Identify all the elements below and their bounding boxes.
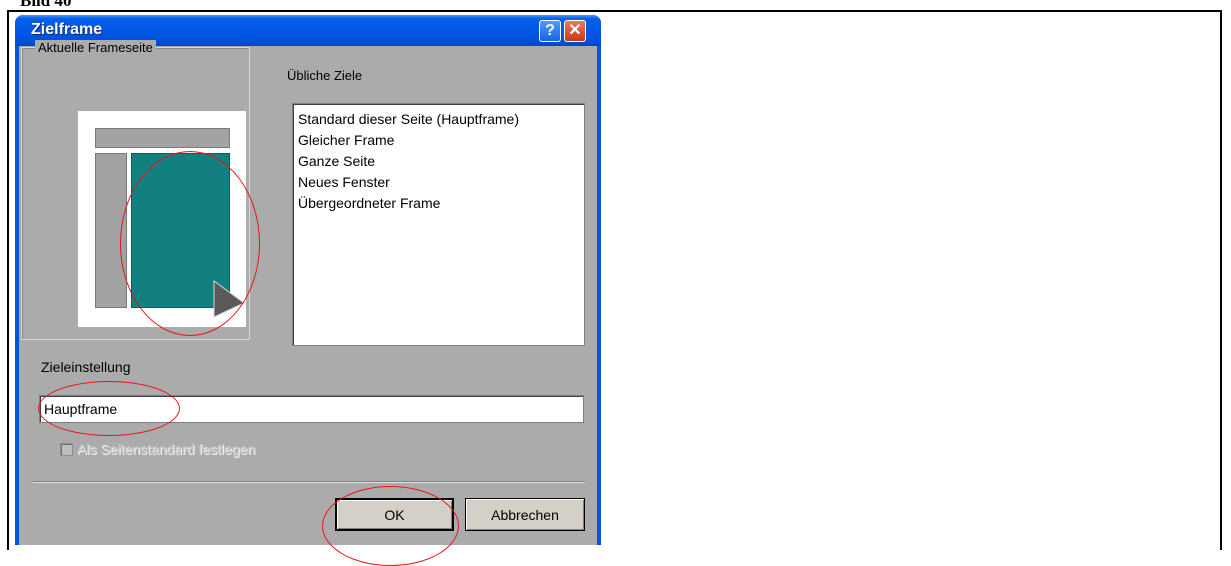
target-setting-label: Zieleinstellung <box>41 359 131 375</box>
close-icon[interactable]: ✕ <box>564 20 586 42</box>
checkbox-icon[interactable] <box>60 443 73 456</box>
common-targets-label: Übliche Ziele <box>287 68 363 83</box>
list-item[interactable]: Übergeordneter Frame <box>298 193 584 214</box>
cancel-button[interactable]: Abbrechen <box>465 498 585 531</box>
current-frame-group-label: Aktuelle Frameseite <box>35 40 156 55</box>
common-targets-listbox[interactable]: Standard dieser Seite (Hauptframe) Gleic… <box>292 103 585 346</box>
dialog-title: Zielframe <box>31 21 103 38</box>
frame-preview-header[interactable] <box>95 128 230 148</box>
list-item[interactable]: Neues Fenster <box>298 172 584 193</box>
divider <box>33 481 585 483</box>
list-item[interactable]: Gleicher Frame <box>298 130 584 151</box>
list-item[interactable]: Ganze Seite <box>298 151 584 172</box>
list-item[interactable]: Standard dieser Seite (Hauptframe) <box>298 109 584 130</box>
annotation-ellipse-preview <box>120 151 260 336</box>
set-default-checkbox-label: Als Seitenstandard festlegen <box>77 441 256 457</box>
annotation-ellipse-input <box>38 381 180 436</box>
annotation-ellipse-ok <box>322 486 459 566</box>
help-icon[interactable]: ? <box>539 20 561 42</box>
